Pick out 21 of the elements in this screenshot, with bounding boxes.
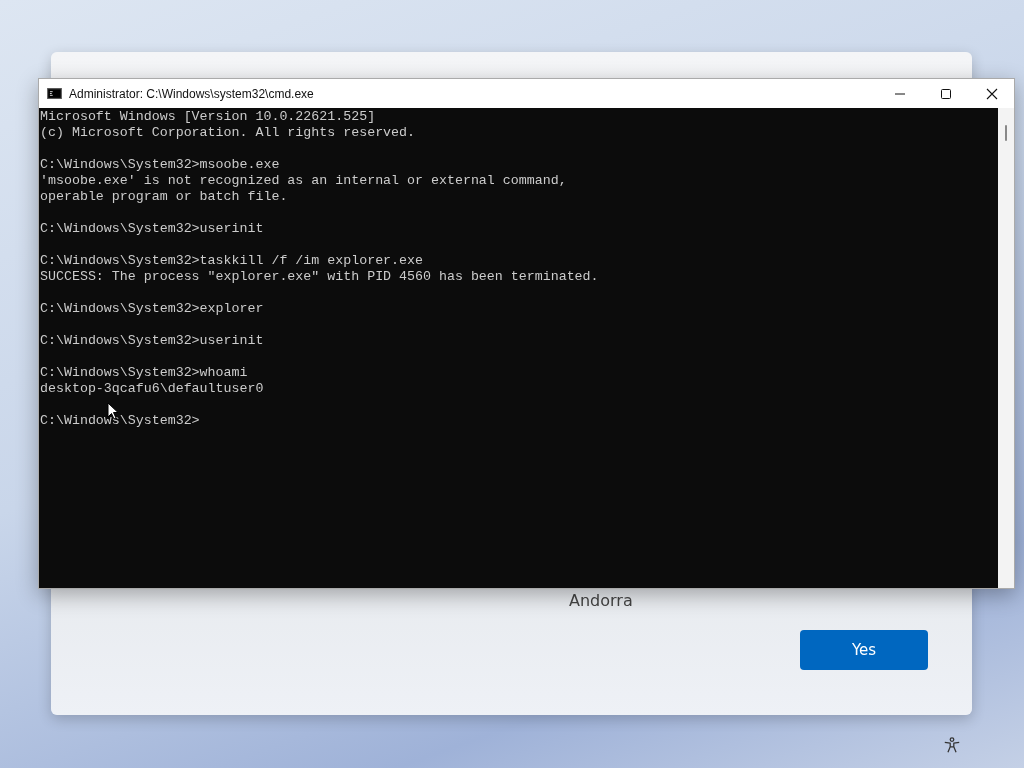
console-line: SUCCESS: The process "explorer.exe" with PID 4560 has been terminated. bbox=[40, 269, 599, 285]
accessibility-icon[interactable] bbox=[943, 736, 961, 754]
console-line: C:\Windows\System32>userinit bbox=[40, 221, 264, 237]
yes-button[interactable]: Yes bbox=[800, 630, 928, 670]
console-line: 'msoobe.exe' is not recognized as an internal or external command, bbox=[40, 173, 567, 189]
console-line: C:\Windows\System32>whoami bbox=[40, 365, 248, 381]
console-line: C:\Windows\System32>taskkill /f /im explorer.exe bbox=[40, 253, 423, 269]
console-line: C:\Windows\System32>userinit bbox=[40, 333, 264, 349]
region-name: Andorra bbox=[569, 591, 633, 610]
close-icon[interactable] bbox=[986, 87, 998, 100]
console-line: operable program or batch file. bbox=[40, 189, 288, 205]
maximize-icon[interactable] bbox=[940, 87, 952, 100]
console-line: C:\Windows\System32> bbox=[40, 413, 200, 429]
window-title: Administrator: C:\Windows\system32\cmd.exe bbox=[69, 86, 314, 101]
console-line: C:\Windows\System32>explorer bbox=[40, 301, 264, 317]
console-line: Microsoft Windows [Version 10.0.22621.525] bbox=[40, 109, 376, 125]
console-icon bbox=[47, 88, 62, 99]
console-line: (c) Microsoft Corporation. All rights reserved. bbox=[40, 125, 416, 141]
console-line: desktop-3qcafu6\defaultuser0 bbox=[40, 381, 264, 397]
console-line: C:\Windows\System32>msoobe.exe bbox=[40, 157, 280, 173]
scrollbar[interactable] bbox=[998, 108, 1014, 588]
